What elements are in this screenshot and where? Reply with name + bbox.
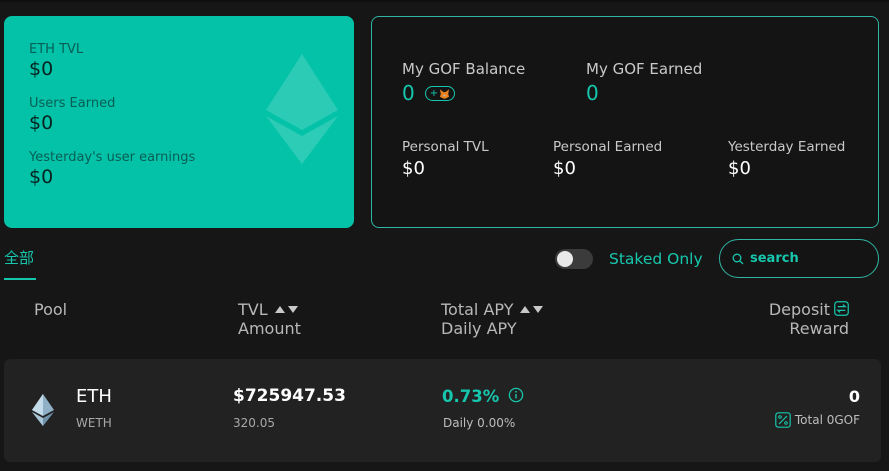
header-amount: Amount bbox=[238, 319, 301, 338]
ethereum-watermark-icon bbox=[266, 54, 338, 164]
pool-deposit: 0 bbox=[848, 387, 860, 406]
header-deposit-reward: Deposit Reward bbox=[769, 300, 849, 338]
account-card: My GOF Balance 0 + My GOF Earned 0 Person… bbox=[371, 16, 879, 228]
gof-balance-label: My GOF Balance bbox=[402, 60, 526, 78]
gof-balance-value-row: 0 + bbox=[402, 81, 525, 105]
pool-total-apy: 0.73% bbox=[442, 387, 500, 406]
gof-earned-stat: My GOF Earned 0 bbox=[586, 60, 702, 105]
yesterday-earnings-value: $0 bbox=[29, 166, 54, 188]
pool-daily-apy: Daily 0.00% bbox=[443, 416, 516, 430]
tab-all[interactable]: 全部 bbox=[4, 247, 36, 280]
yesterday-earnings-label: Yesterday's user earnings bbox=[29, 150, 196, 165]
add-gof-to-wallet-button[interactable]: + bbox=[424, 86, 456, 101]
header-deposit: Deposit bbox=[768, 300, 830, 319]
users-earned-stat: Users Earned $0 bbox=[29, 96, 115, 134]
personal-earned-stat: Personal Earned $0 bbox=[553, 139, 662, 179]
ethereum-icon bbox=[32, 394, 54, 426]
pool-reward: Total 0GOF bbox=[775, 412, 860, 428]
users-earned-label: Users Earned bbox=[29, 96, 116, 111]
eth-tvl-label: ETH TVL bbox=[29, 42, 84, 57]
metamask-fox-icon bbox=[440, 88, 450, 99]
gof-balance-stat: My GOF Balance 0 + bbox=[402, 60, 525, 105]
header-reward: Reward bbox=[789, 319, 849, 338]
top-divider bbox=[0, 0, 889, 2]
info-icon[interactable] bbox=[508, 387, 524, 403]
personal-tvl-label: Personal TVL bbox=[402, 139, 489, 155]
gof-balance-value: 0 bbox=[402, 81, 415, 105]
staked-only-toggle[interactable] bbox=[555, 249, 593, 269]
pool-tvl: $725947.53 bbox=[233, 386, 346, 406]
search-icon bbox=[732, 253, 744, 264]
search-input[interactable] bbox=[750, 251, 870, 266]
tvl-sort-icon[interactable] bbox=[274, 306, 298, 313]
yesterday-earned-stat: Yesterday Earned $0 bbox=[728, 139, 845, 179]
gof-earned-value: 0 bbox=[586, 81, 599, 105]
personal-tvl-stat: Personal TVL $0 bbox=[402, 139, 489, 179]
eth-tvl-value: $0 bbox=[29, 58, 54, 80]
yesterday-earned-label: Yesterday Earned bbox=[728, 139, 846, 155]
staked-only-label[interactable]: Staked Only bbox=[609, 250, 703, 268]
table-row[interactable]: ETH WETH $725947.53 320.05 0.73% Daily 0… bbox=[4, 359, 881, 462]
gof-earned-label: My GOF Earned bbox=[586, 60, 703, 78]
yesterday-earnings-stat: Yesterday's user earnings $0 bbox=[29, 150, 195, 188]
header-daily-apy: Daily APY bbox=[441, 319, 517, 338]
eth-tvl-stat: ETH TVL $0 bbox=[29, 42, 83, 80]
apy-sort-icon[interactable] bbox=[520, 306, 544, 313]
toggle-knob bbox=[557, 251, 573, 267]
overview-card: ETH TVL $0 Users Earned $0 Yesterday's u… bbox=[4, 16, 354, 228]
percent-icon bbox=[775, 412, 791, 428]
header-total-apy: Total APY bbox=[441, 300, 514, 319]
swap-icon[interactable] bbox=[834, 301, 849, 316]
users-earned-value: $0 bbox=[29, 112, 54, 134]
personal-earned-label: Personal Earned bbox=[553, 139, 663, 155]
header-tvl: TVL bbox=[238, 300, 268, 319]
pool-token: WETH bbox=[76, 416, 112, 430]
header-pool: Pool bbox=[34, 300, 68, 319]
header-apy: Total APY Daily APY bbox=[441, 300, 544, 338]
yesterday-earned-value: $0 bbox=[728, 158, 751, 179]
pool-amount: 320.05 bbox=[233, 416, 275, 430]
pool-reward-text: Total 0GOF bbox=[794, 413, 860, 427]
search-box[interactable] bbox=[719, 239, 879, 278]
pool-symbol: ETH bbox=[76, 386, 112, 407]
personal-earned-value: $0 bbox=[553, 158, 576, 179]
personal-tvl-value: $0 bbox=[402, 158, 425, 179]
header-tvl-amount: TVL Amount bbox=[238, 300, 301, 338]
